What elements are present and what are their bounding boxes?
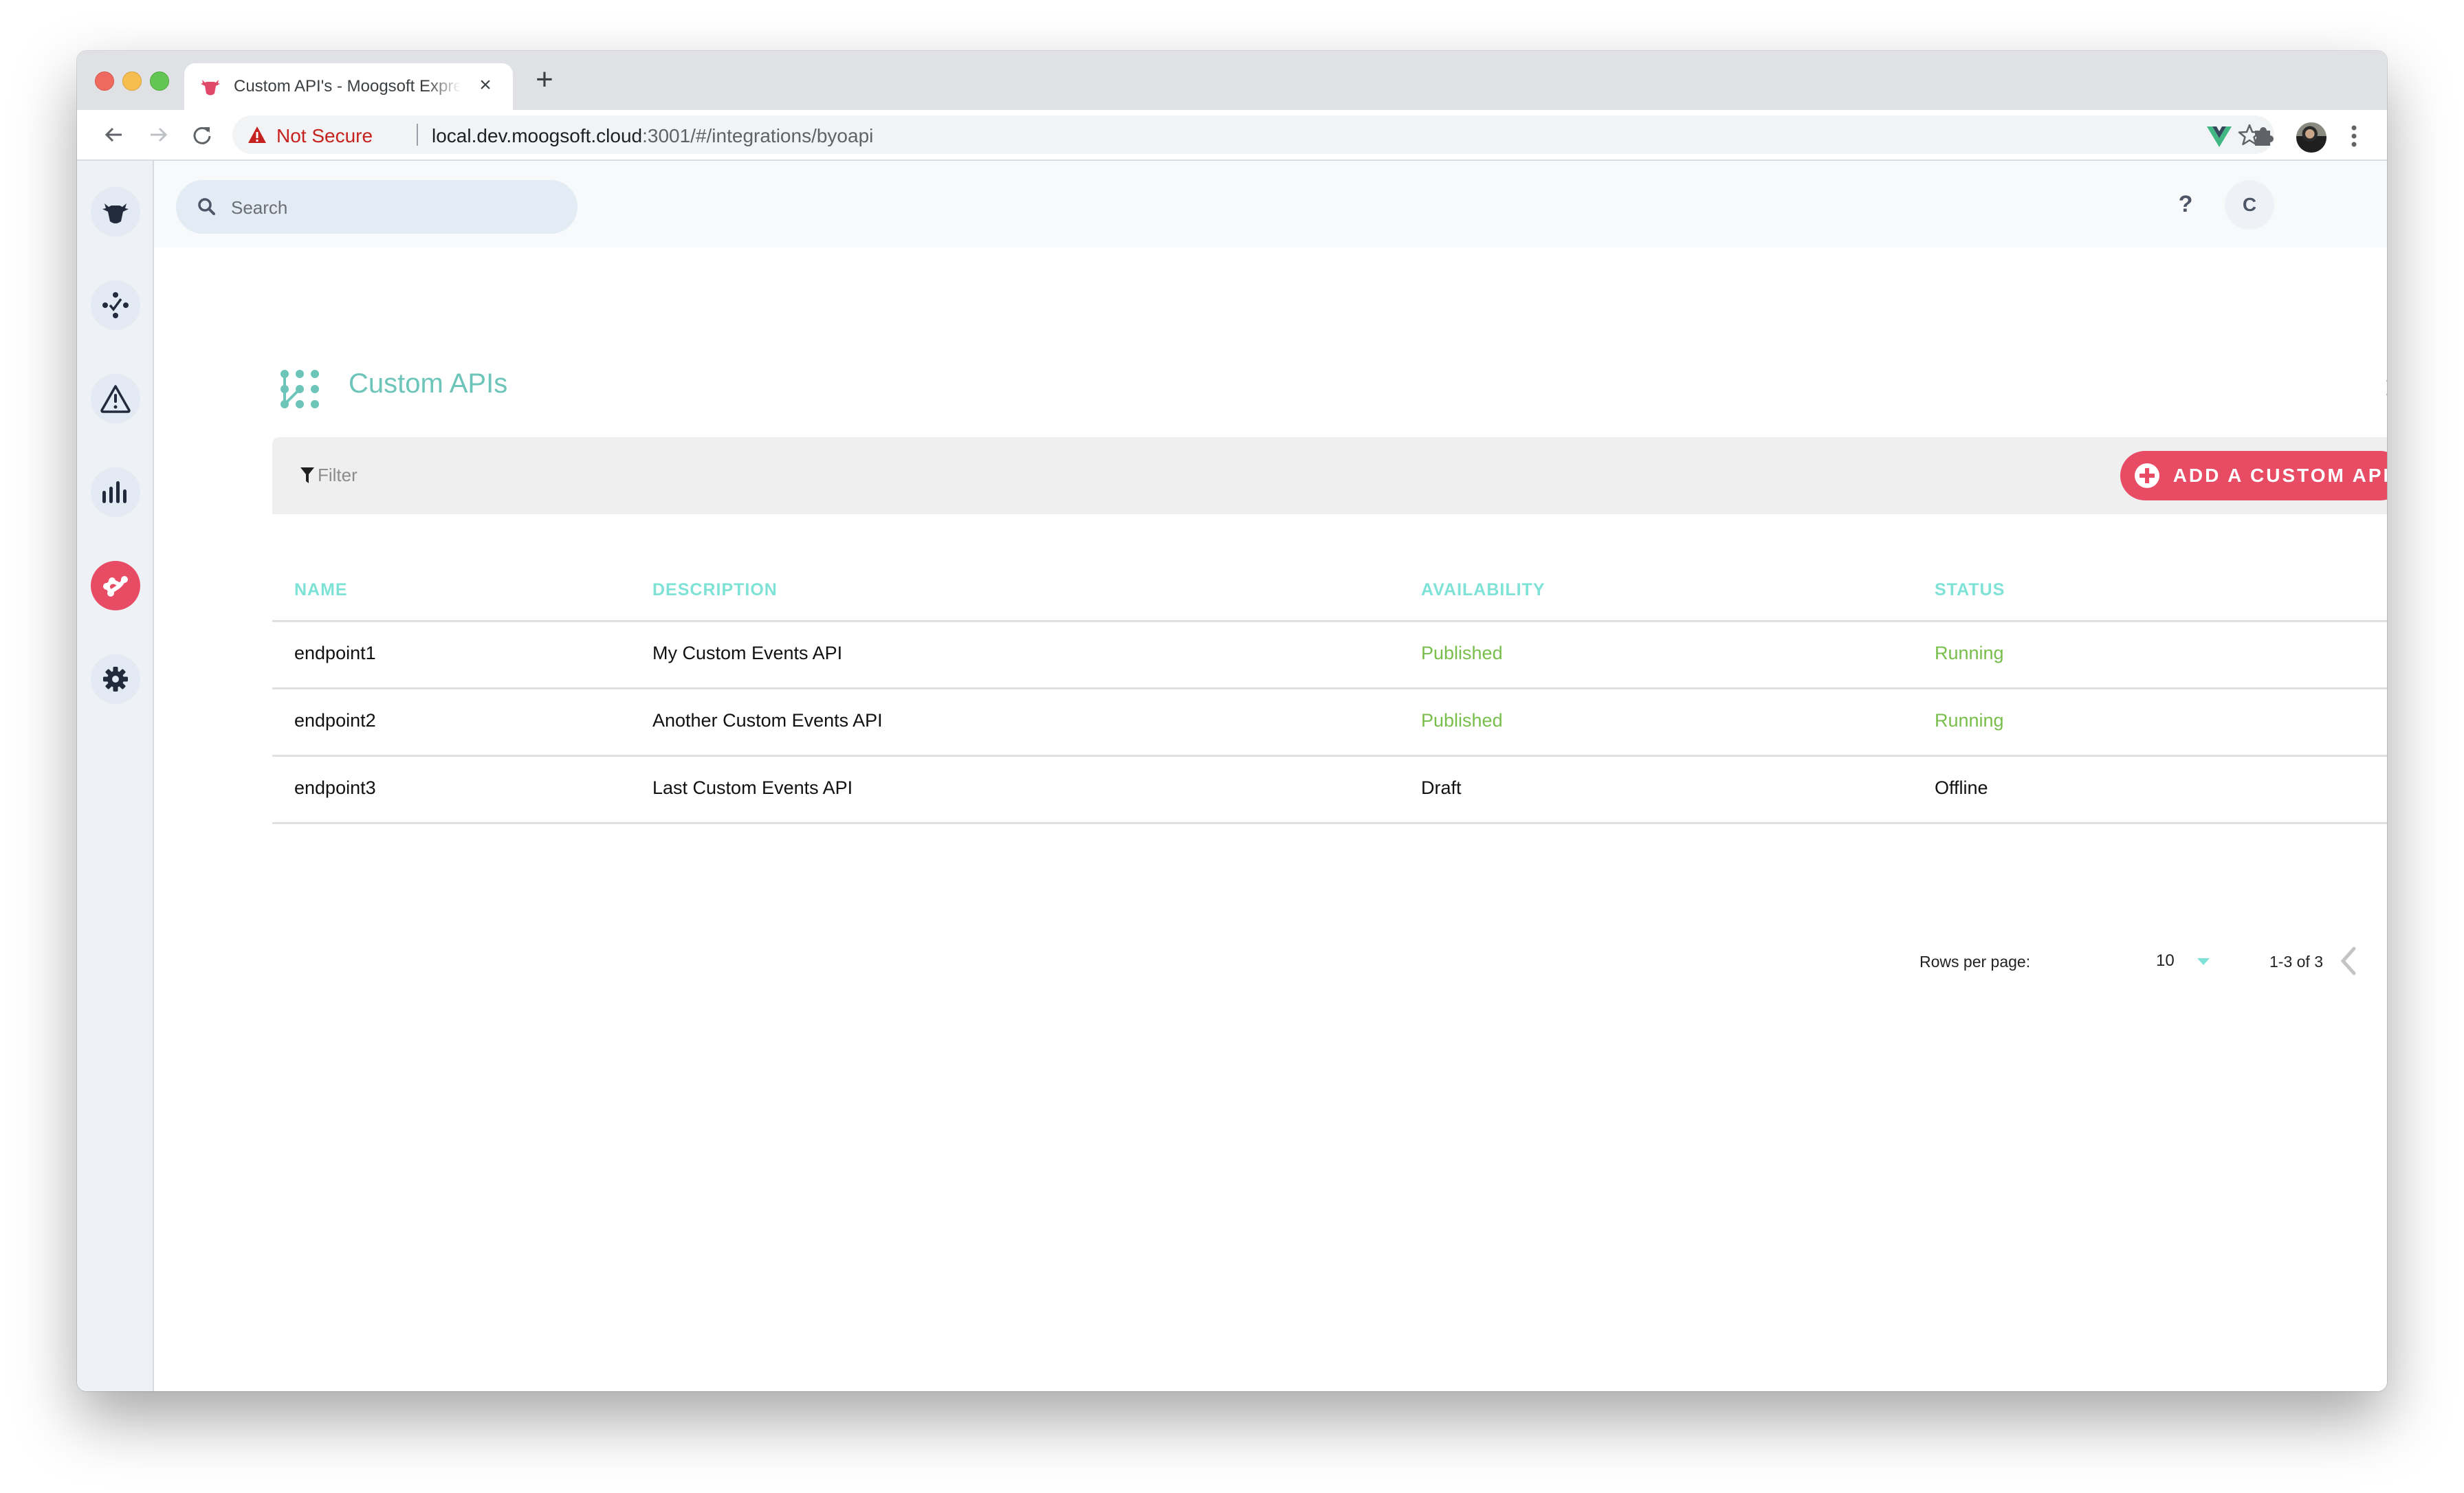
cell-availability: Published [1421,710,1503,731]
table-header: NAME DESCRIPTION AVAILABILITY STATUS [272,550,2387,622]
omnibox-divider [417,124,418,146]
profile-avatar[interactable] [2296,122,2326,153]
sidebar-item-home[interactable] [91,187,140,236]
add-custom-api-label: ADD A CUSTOM API [2172,465,2387,486]
caret-down-icon[interactable] [2197,958,2210,965]
cell-status: Offline [1935,777,1988,798]
filter-toolbar: Filter ADD A CUSTOM API [272,437,2387,514]
search-input[interactable] [230,180,562,235]
help-button[interactable]: ? [2168,187,2203,221]
cell-availability: Draft [1421,777,1462,798]
sidebar-item-analytics[interactable] [91,467,140,517]
tab-close-button[interactable]: × [473,73,498,98]
url-host: local.dev.moogsoft.cloud [432,125,643,146]
page-range: 1-3 of 3 [2269,953,2323,971]
cell-availability: Published [1421,643,1503,663]
rows-per-page-label: Rows per page: [1920,953,2031,971]
filter-funnel-icon [300,467,314,483]
custom-api-table: NAME DESCRIPTION AVAILABILITY STATUS end… [272,550,2387,824]
browser-window: Custom API's - Moogsoft Express × + Not … [77,51,2387,1391]
arrow-right-icon [151,127,168,142]
cow-favicon-icon [201,80,220,96]
url-text[interactable]: local.dev.moogsoft.cloud:3001/#/integrat… [432,125,873,147]
arrow-left-icon [104,127,122,142]
url-path: :3001/#/integrations/byoapi [642,125,874,146]
extensions-puzzle-icon[interactable] [2250,122,2277,150]
address-bar[interactable]: Not Secure local.dev.moogsoft.cloud:3001… [232,115,2274,154]
table-row[interactable]: endpoint3 Last Custom Events API Draft O… [272,757,2387,824]
tab-strip: Custom API's - Moogsoft Express × + [77,51,2387,110]
table-row[interactable]: endpoint2 Another Custom Events API Publ… [272,689,2387,757]
integrations-icon [103,576,128,597]
sidebar-item-settings[interactable] [91,654,140,704]
cell-description: Another Custom Events API [652,710,883,731]
filter-input[interactable]: Filter [318,465,358,486]
close-icon[interactable] [2383,375,2387,400]
app-root: ? C Custom APIs Filter ADD A CUSTOM API [77,161,2387,1391]
cell-description: My Custom Events API [652,643,843,663]
sidebar-item-integrations[interactable] [91,561,140,610]
user-avatar[interactable]: C [2225,180,2274,230]
warning-icon [100,385,131,413]
previous-page-button[interactable] [2335,944,2362,977]
pagination: Rows per page: 10 1-3 of 3 [272,942,2387,983]
browser-tab-active[interactable]: Custom API's - Moogsoft Express × [184,63,513,110]
rows-per-page-select[interactable]: 10 [2156,951,2175,971]
back-button[interactable] [99,120,129,150]
cell-name: endpoint2 [294,710,376,731]
bar-chart-icon [102,481,126,503]
minimize-window-button[interactable] [122,71,142,91]
forward-button[interactable] [143,120,173,150]
page-title: Custom APIs [349,368,508,399]
column-header-status[interactable]: STATUS [1935,580,2005,600]
close-window-button[interactable] [95,71,114,91]
reload-icon [193,126,211,144]
gear-icon [103,667,128,692]
maximize-window-button[interactable] [150,71,169,91]
security-status[interactable]: Not Secure [276,125,373,147]
browser-toolbar: Not Secure local.dev.moogsoft.cloud:3001… [77,110,2387,161]
cell-name: endpoint1 [294,643,376,663]
sidebar-item-alerts[interactable] [91,374,140,423]
search-icon [198,198,215,215]
cell-status: Running [1935,643,2004,663]
cell-status: Running [1935,710,2004,731]
more-vert-icon[interactable] [2347,122,2361,150]
table-row[interactable]: endpoint1 My Custom Events API Published… [272,622,2387,689]
add-custom-api-button[interactable]: ADD A CUSTOM API [2120,451,2387,500]
main-content: Custom APIs Filter ADD A CUSTOM API NAME… [154,247,2387,1391]
sidebar-item-correlation[interactable] [91,280,140,330]
new-tab-button[interactable]: + [531,65,558,95]
column-header-name[interactable]: NAME [294,580,348,600]
column-header-availability[interactable]: AVAILABILITY [1421,580,1546,600]
cow-logo-icon [102,203,129,223]
plus-circle-icon [2134,463,2159,488]
sidebar-nav [77,161,154,1391]
tab-title: Custom API's - Moogsoft Express [234,77,461,96]
reload-button[interactable] [187,120,217,150]
search-box[interactable] [176,180,578,235]
warning-triangle-icon [248,126,266,143]
custom-api-icon [280,370,319,408]
cell-name: endpoint3 [294,777,376,798]
vue-devtools-icon[interactable] [2206,122,2233,150]
cell-description: Last Custom Events API [652,777,853,798]
app-header: ? C [154,161,2387,247]
correlation-icon [102,292,129,318]
column-header-description[interactable]: DESCRIPTION [652,580,778,600]
